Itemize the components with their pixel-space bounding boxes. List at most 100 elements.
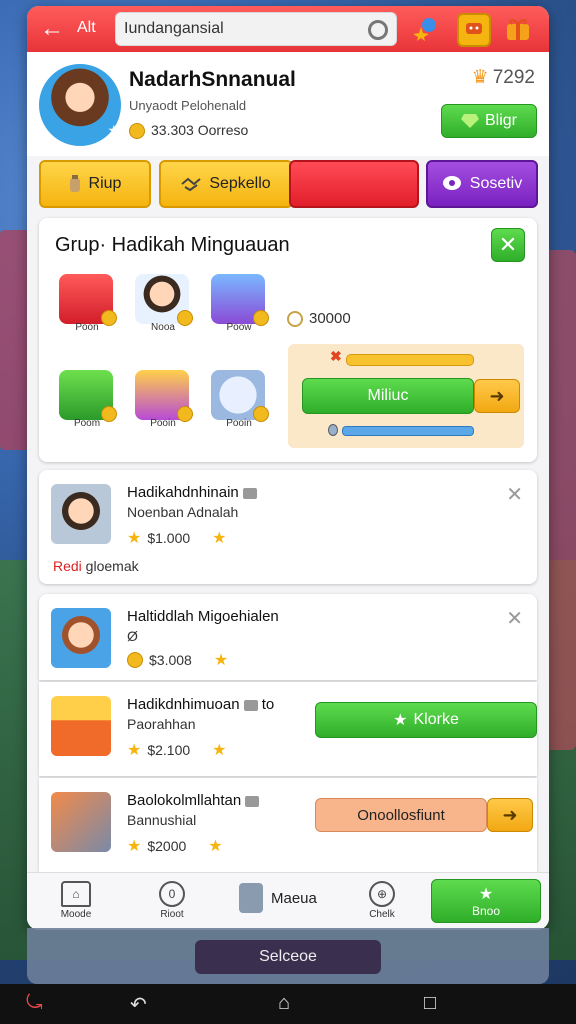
bottle-icon [69,175,80,192]
back-arrow-icon[interactable]: ← [37,14,67,44]
close-icon[interactable]: ✕ [506,482,523,507]
slider-handle[interactable] [328,424,338,436]
profile-action-label: Bligr [484,112,517,129]
gift-item[interactable]: Poow [209,272,269,334]
item-action-label: Klorke [413,711,459,728]
search-value: Iundangansial [124,20,224,37]
nav-item-bnoo[interactable]: ★ Bnoo [431,879,541,923]
gift-item[interactable]: Pooin [133,368,193,430]
weekly-gift-card: Grup· Hadikah Minguauan ✕ Poon Nooa Poow… [39,218,537,462]
item-price-value: $2.100 [147,742,191,758]
bottom-nav: ⌂ Moode 0 Rioot Maeua ⊕ Chelk ★ Bnoo [27,872,549,930]
search-icon[interactable] [368,20,388,40]
item-title-extra: to [261,696,275,713]
chevron-right-icon[interactable]: ➜ [474,379,520,413]
coin-icon [127,652,143,668]
home-icon[interactable]: ⌂ [278,992,290,1015]
coin-icon [177,406,193,422]
close-icon[interactable]: ✕ [491,228,525,262]
star-icon: ★ [107,122,120,138]
sparkle-icon[interactable] [411,13,441,43]
profile-action-button[interactable]: Bligr [441,104,537,138]
star-icon: ★ [127,530,142,547]
profile-coins: 33.303 Oorreso [129,122,249,140]
camera-icon [243,699,258,711]
item-price: ★ $2.100 ★ [127,740,227,760]
trophy-icon: ♛ [471,67,489,88]
gift-claim-box: ✖ Miliuc ➜ [288,344,524,448]
wrench-icon [51,792,111,852]
gift-title: Grup· Hadikah Minguauan [55,234,290,256]
clock-icon: 0 [159,881,185,907]
item-subtitle: Noenban Adnalah [127,504,239,520]
profile-coins-value: 33.303 Oorreso [151,122,249,138]
clock-icon-text: 0 [168,887,176,901]
tab-riup[interactable]: Riup [39,160,151,208]
handshake-icon [181,177,201,192]
chat-icon[interactable] [457,13,491,47]
search-input[interactable]: Iundangansial [115,12,397,46]
item-title: Hadikdnhimuoan to [127,696,274,713]
tab-sosetiv-label: Sosetiv [469,175,523,192]
note-text: gloemak [81,558,139,574]
item-title-text: Baolokolmllahtan [127,792,242,809]
camera-icon [245,795,260,807]
slider-track[interactable] [342,426,474,436]
profile-level: ♛ 7292 [472,66,535,89]
tab-sosetiv[interactable]: Sosetiv [426,160,538,208]
coin-icon [253,310,269,326]
camera-icon [242,487,257,499]
item-subtitle: Paorahhan [127,716,196,732]
chat-bubble-icon [442,176,461,190]
item-title: Haltiddlah Migoehialen [127,608,279,625]
tab-riup-label: Riup [88,175,122,192]
recents-icon[interactable]: □ [424,992,436,1015]
gift-amount: 30000 [287,310,351,328]
profile-header: ★ NadarhSnnanual Unyaodt Pelohenald 33.3… [27,52,549,156]
nav-item-chelk[interactable]: ⊕ Chelk [347,881,417,920]
tab-sepkello[interactable]: Sepkello [159,160,293,208]
item-subtitle: Bannushial [127,812,197,828]
item-title-text: Hadikdnhimuoan [127,696,240,713]
chevron-right-icon[interactable]: ➜ [487,798,533,832]
nav-item-rioot[interactable]: 0 Rioot [137,881,207,920]
phone-icon [239,883,263,913]
nav-item-maeua[interactable]: Maeua [239,883,317,913]
gift-item[interactable]: Nooa [133,272,193,334]
tab-red[interactable] [289,160,419,208]
list-item[interactable]: Hadikahdnhinain Noenban Adnalah ★ $1.000 ★… [39,470,537,584]
gift-item[interactable]: Poon [57,272,117,334]
claim-button[interactable]: Miliuc [302,378,474,414]
back-icon[interactable]: ↶ [130,992,147,1017]
item-action-button[interactable]: Onoollosfiunt [315,798,487,832]
gift-panel: ← Alt Iundangansial ★ NadarhSnnanual Uny… [27,6,549,930]
star-icon: ★ [213,652,229,669]
item-price-value: $1.000 [147,530,191,546]
star-icon: ★ [208,838,223,855]
star-icon: ★ [127,742,142,759]
select-button[interactable]: Selceoe [195,940,381,974]
gift-item[interactable]: Poom [57,368,117,430]
avatar[interactable]: ★ [39,64,121,146]
item-title-text: Hadikahdnhinain [127,484,239,501]
nav-label: Maeua [271,889,317,907]
coin-icon [101,310,117,326]
list-item[interactable]: Baolokolmllahtan Bannushial ★ $2000 ★ Onoo… [39,778,537,872]
star-icon: ★ [127,838,142,855]
tab-sepkello-label: Sepkello [209,175,271,192]
star-icon: ★ [212,530,227,547]
profile-subtitle: Unyaodt Pelohenald [129,98,247,113]
nav-label: Rioot [160,909,184,920]
app-logo-icon[interactable]: ⤿ [26,992,43,1015]
list-item[interactable]: Haltiddlah Migoehialen Ø $3.008 ★ ✕ [39,594,537,680]
star-icon: ★ [212,742,227,759]
boy-avatar-icon [51,608,111,668]
gift-box-icon[interactable] [503,13,533,43]
list-item[interactable]: Hadikdnhimuoan to Paorahhan ★ $2.100 ★ ★ Kl… [39,682,537,776]
gift-item[interactable]: Pooin [209,368,269,430]
close-icon[interactable]: ✕ [506,606,523,631]
item-action-button[interactable]: ★ Klorke [315,702,537,738]
nav-item-moode[interactable]: ⌂ Moode [41,881,111,920]
back-label[interactable]: Alt [77,19,96,37]
coin-icon [129,123,145,140]
